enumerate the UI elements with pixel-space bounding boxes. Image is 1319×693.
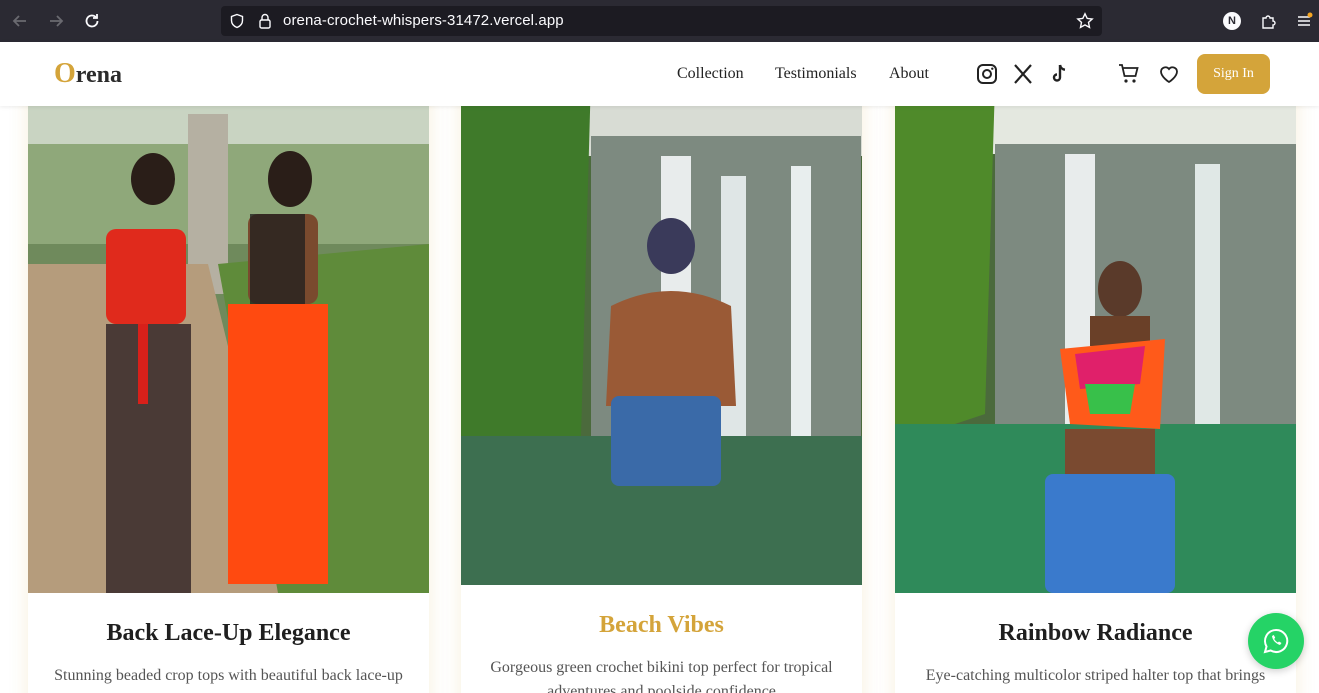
product-image xyxy=(461,76,862,585)
arrow-left-icon xyxy=(12,15,26,27)
card-description: Gorgeous green crochet bikini top perfec… xyxy=(490,659,833,693)
whatsapp-chat-button[interactable] xyxy=(1248,613,1304,669)
browser-toolbar: orena-crochet-whispers-31472.vercel.app … xyxy=(0,0,1319,42)
product-photo xyxy=(895,84,1296,593)
nav-testimonials[interactable]: Testimonials xyxy=(775,65,857,83)
card-title: Back Lace-Up Elegance xyxy=(106,620,351,646)
profile-avatar[interactable]: N xyxy=(1223,12,1241,30)
nav-about[interactable]: About xyxy=(889,65,929,83)
product-card[interactable]: Rainbow Radiance Eye-catching multicolor… xyxy=(895,84,1296,693)
profile-initial: N xyxy=(1228,15,1236,27)
instagram-icon[interactable] xyxy=(975,62,999,86)
address-bar[interactable]: orena-crochet-whispers-31472.vercel.app xyxy=(221,6,1102,36)
site-logo[interactable]: Orena xyxy=(54,58,122,90)
product-card[interactable]: Back Lace-Up Elegance Stunning beaded cr… xyxy=(28,84,429,693)
whatsapp-icon xyxy=(1263,628,1289,654)
card-title: Beach Vibes xyxy=(599,612,724,638)
cart-icon[interactable] xyxy=(1117,62,1141,86)
menu-button[interactable] xyxy=(1294,11,1314,31)
product-image xyxy=(895,84,1296,593)
product-card[interactable]: Beach Vibes Gorgeous green crochet bikin… xyxy=(461,76,862,693)
shield-icon xyxy=(230,13,244,29)
site-header: Orena Collection Testimonials About Sign… xyxy=(0,42,1319,106)
product-photo xyxy=(461,76,862,585)
product-image xyxy=(28,84,429,593)
reload-button[interactable] xyxy=(82,11,102,31)
nav-collection[interactable]: Collection xyxy=(677,65,744,83)
forward-button[interactable] xyxy=(46,11,66,31)
bookmark-star-icon[interactable] xyxy=(1076,12,1094,30)
arrow-right-icon xyxy=(50,15,64,27)
puzzle-icon xyxy=(1262,15,1276,29)
url-text: orena-crochet-whispers-31472.vercel.app xyxy=(283,12,564,29)
logo-text: rena xyxy=(75,62,122,88)
x-twitter-icon[interactable] xyxy=(1011,62,1035,86)
lock-icon xyxy=(259,13,271,29)
heart-icon[interactable] xyxy=(1157,62,1181,86)
card-description: Eye-catching multicolor striped halter t… xyxy=(925,667,1266,684)
extensions-button[interactable] xyxy=(1259,11,1279,31)
product-photo xyxy=(28,84,429,593)
sign-in-button[interactable]: Sign In xyxy=(1197,54,1270,94)
reload-icon xyxy=(85,14,99,28)
logo-letter: O xyxy=(54,58,76,89)
card-description: Stunning beaded crop tops with beautiful… xyxy=(54,667,403,684)
tiktok-icon[interactable] xyxy=(1047,62,1071,86)
hamburger-icon xyxy=(1298,12,1313,26)
card-title: Rainbow Radiance xyxy=(998,620,1193,646)
back-button[interactable] xyxy=(10,11,30,31)
